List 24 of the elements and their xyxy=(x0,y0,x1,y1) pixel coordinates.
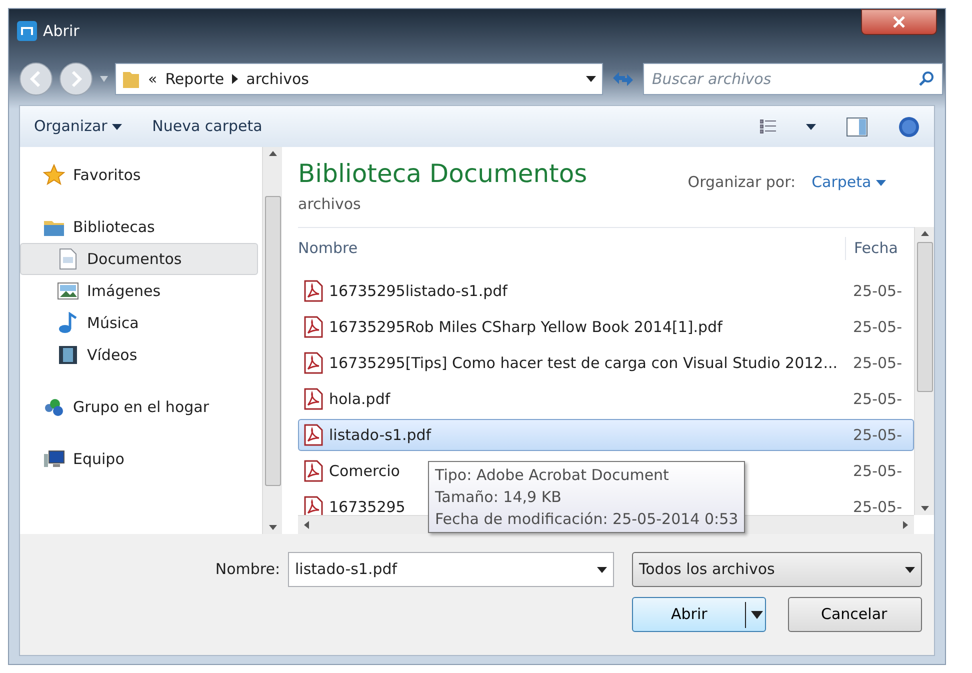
file-date: 25-05- xyxy=(853,424,903,446)
field-value: listado-s1.pdf xyxy=(295,559,398,580)
file-date: 25-05- xyxy=(853,496,903,515)
file-date: 25-05- xyxy=(853,316,903,338)
file-date: 25-05- xyxy=(853,388,903,410)
name-label: Nombre: xyxy=(215,559,280,580)
file-name: hola.pdf xyxy=(329,388,390,410)
file-name: 16735295 xyxy=(329,496,406,515)
library-title: Biblioteca Documentos xyxy=(298,158,588,190)
field-value: Todos los archivos xyxy=(639,559,775,580)
tooltip-line: Fecha de modificación: 25-05-2014 0:53 xyxy=(435,509,738,530)
file-name: 16735295[Tips] Como hacer test de carga con Visual Studio 2012... xyxy=(329,352,838,374)
tooltip-line: Tamaño: 14,9 KB xyxy=(435,487,562,508)
tooltip-line: Tipo: Adobe Acrobat Document xyxy=(435,465,670,486)
window-title: Abrir xyxy=(43,20,80,42)
file-name: 16735295listado-s1.pdf xyxy=(329,280,508,302)
file-date: 25-05- xyxy=(853,460,903,482)
library-subtitle: archivos xyxy=(298,194,362,214)
file-name: listado-s1.pdf xyxy=(329,424,432,446)
file-date: 25-05- xyxy=(853,352,903,374)
arrange-label: Organizar por: xyxy=(688,172,796,193)
file-date: 25-05- xyxy=(853,280,903,302)
file-name: Comercio xyxy=(329,460,400,482)
file-name: 16735295Rob Miles CSharp Yellow Book 2014[1].pdf xyxy=(329,316,722,338)
